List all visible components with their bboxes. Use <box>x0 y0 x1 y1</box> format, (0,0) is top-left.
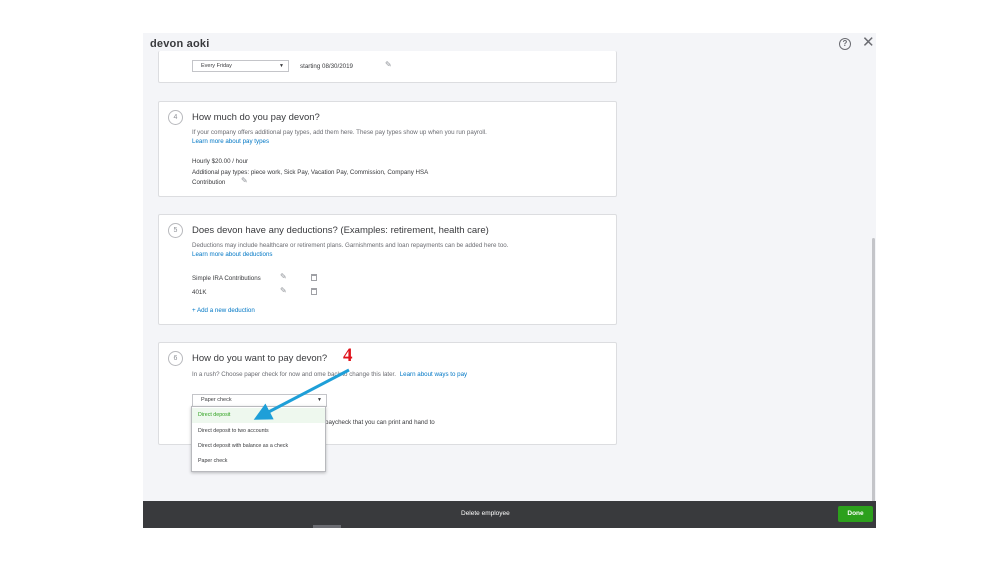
learn-ways-to-pay-link[interactable]: Learn about ways to pay <box>400 371 467 378</box>
pay-types-title: How much do you pay devon? <box>192 112 320 123</box>
option-direct-deposit-two-accounts[interactable]: Direct deposit to two accounts <box>192 424 325 439</box>
delete-employee-button[interactable]: Delete employee <box>461 510 510 517</box>
delete-deduction-trash-icon[interactable] <box>311 274 317 281</box>
payment-method-value: Paper check <box>201 397 232 403</box>
edit-deduction-pencil-icon[interactable]: ✎ <box>280 272 287 281</box>
payment-method-description-start: In a rush? Choose paper check for now an… <box>192 371 313 378</box>
close-icon[interactable]: ✕ <box>862 35 875 50</box>
delete-deduction-trash-icon[interactable] <box>311 288 317 295</box>
payment-method-description: In a rush? Choose paper check for now an… <box>192 371 467 378</box>
option-direct-deposit[interactable]: Direct deposit <box>192 408 325 423</box>
pay-schedule-card: Every Friday ▼ starting 08/30/2019 ✎ <box>158 51 617 83</box>
hourly-rate-text: Hourly $20.00 / hour <box>192 158 249 165</box>
done-button[interactable]: Done <box>838 506 873 522</box>
pay-types-description: If your company offers additional pay ty… <box>192 129 487 136</box>
deductions-card: 5 Does devon have any deductions? (Examp… <box>158 214 617 325</box>
payment-method-description-end: ome back to change this later. <box>313 371 396 378</box>
option-direct-deposit-balance-check[interactable]: Direct deposit with balance as a check <box>192 439 325 454</box>
deduction-item-label: Simple IRA Contributions <box>192 275 261 282</box>
pay-types-card: 4 How much do you pay devon? If your com… <box>158 101 617 197</box>
employee-name: devon aoki <box>150 38 210 50</box>
step-number-badge: 4 <box>168 110 183 125</box>
learn-deductions-link[interactable]: Learn more about deductions <box>192 251 273 258</box>
payment-method-title: How do you want to pay devon? <box>192 353 328 364</box>
edit-pay-pencil-icon[interactable]: ✎ <box>241 176 248 185</box>
deductions-description: Deductions may include healthcare or ret… <box>192 242 509 249</box>
additional-pay-types-text: Additional pay types: piece work, Sick P… <box>192 169 429 176</box>
learn-pay-types-link[interactable]: Learn more about pay types <box>192 138 269 145</box>
pay-start-date: starting 08/30/2019 <box>300 63 353 70</box>
pay-frequency-select[interactable]: Every Friday ▼ <box>192 60 289 72</box>
paper-check-help-text: paycheck that you can print and hand to <box>325 419 435 426</box>
add-deduction-link[interactable]: + Add a new deduction <box>192 307 255 314</box>
employee-panel: devon aoki ? ✕ Every Friday ▼ starting 0… <box>143 33 876 528</box>
annotation-step-number: 4 <box>343 345 353 366</box>
payment-method-dropdown: Direct deposit Direct deposit to two acc… <box>191 406 326 472</box>
step-number-badge: 6 <box>168 351 183 366</box>
chevron-down-icon: ▼ <box>317 397 322 403</box>
edit-deduction-pencil-icon[interactable]: ✎ <box>280 286 287 295</box>
edit-schedule-pencil-icon[interactable]: ✎ <box>385 60 392 69</box>
pay-frequency-value: Every Friday <box>201 63 232 69</box>
scrollbar[interactable] <box>872 238 875 508</box>
option-paper-check[interactable]: Paper check <box>192 454 325 469</box>
chevron-down-icon: ▼ <box>279 63 284 69</box>
footer-bar: Delete employee Done <box>143 501 876 528</box>
step-number-badge: 5 <box>168 223 183 238</box>
additional-pay-types-text-cont: Contribution <box>192 179 226 186</box>
resize-handle <box>313 525 341 528</box>
deduction-item-label: 401K <box>192 289 207 296</box>
help-icon[interactable]: ? <box>839 38 851 50</box>
deductions-title: Does devon have any deductions? (Example… <box>192 225 489 236</box>
